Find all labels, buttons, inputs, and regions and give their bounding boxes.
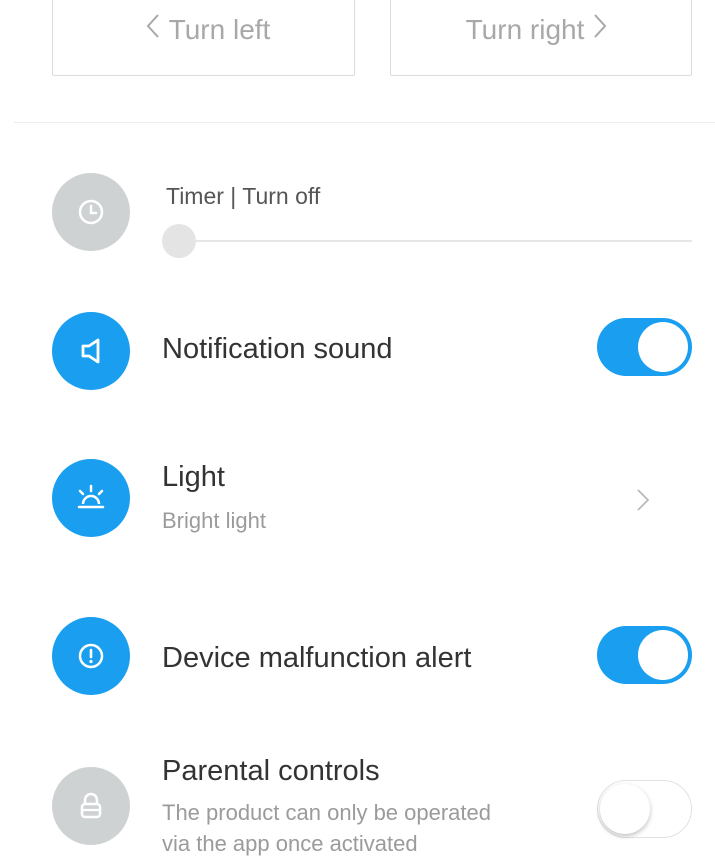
timer-slider-track[interactable] — [166, 240, 692, 242]
toggle-knob — [638, 322, 688, 372]
chevron-left-icon — [145, 13, 161, 47]
malfunction-alert-toggle[interactable] — [597, 626, 692, 684]
lock-icon — [52, 767, 130, 845]
parental-controls-label: Parental controls — [162, 755, 380, 787]
malfunction-alert-label: Device malfunction alert — [162, 642, 472, 674]
chevron-right-icon — [592, 13, 608, 47]
timer-slider-thumb[interactable] — [162, 224, 196, 258]
turn-right-label: Turn right — [465, 14, 585, 45]
light-label: Light — [162, 461, 225, 493]
turn-right-button[interactable]: Turn right — [390, 0, 692, 76]
toggle-knob — [600, 783, 650, 834]
toggle-knob — [638, 630, 688, 680]
speaker-icon — [52, 312, 130, 390]
light-chevron-right-icon[interactable] — [636, 488, 650, 512]
light-icon — [52, 459, 130, 537]
timer-title: Timer | Turn off — [166, 183, 321, 209]
alert-icon — [52, 617, 130, 695]
turn-left-label: Turn left — [168, 14, 271, 45]
notification-sound-toggle[interactable] — [597, 318, 692, 376]
clock-icon — [52, 173, 130, 251]
parental-controls-description-line1: The product can only be operated — [162, 800, 492, 825]
section-divider — [14, 122, 715, 123]
parental-controls-toggle[interactable] — [597, 780, 692, 838]
turn-left-button[interactable]: Turn left — [52, 0, 355, 76]
parental-controls-description-line2: via the app once activated — [162, 831, 418, 856]
notification-sound-label: Notification sound — [162, 333, 393, 365]
light-value: Bright light — [162, 508, 266, 533]
